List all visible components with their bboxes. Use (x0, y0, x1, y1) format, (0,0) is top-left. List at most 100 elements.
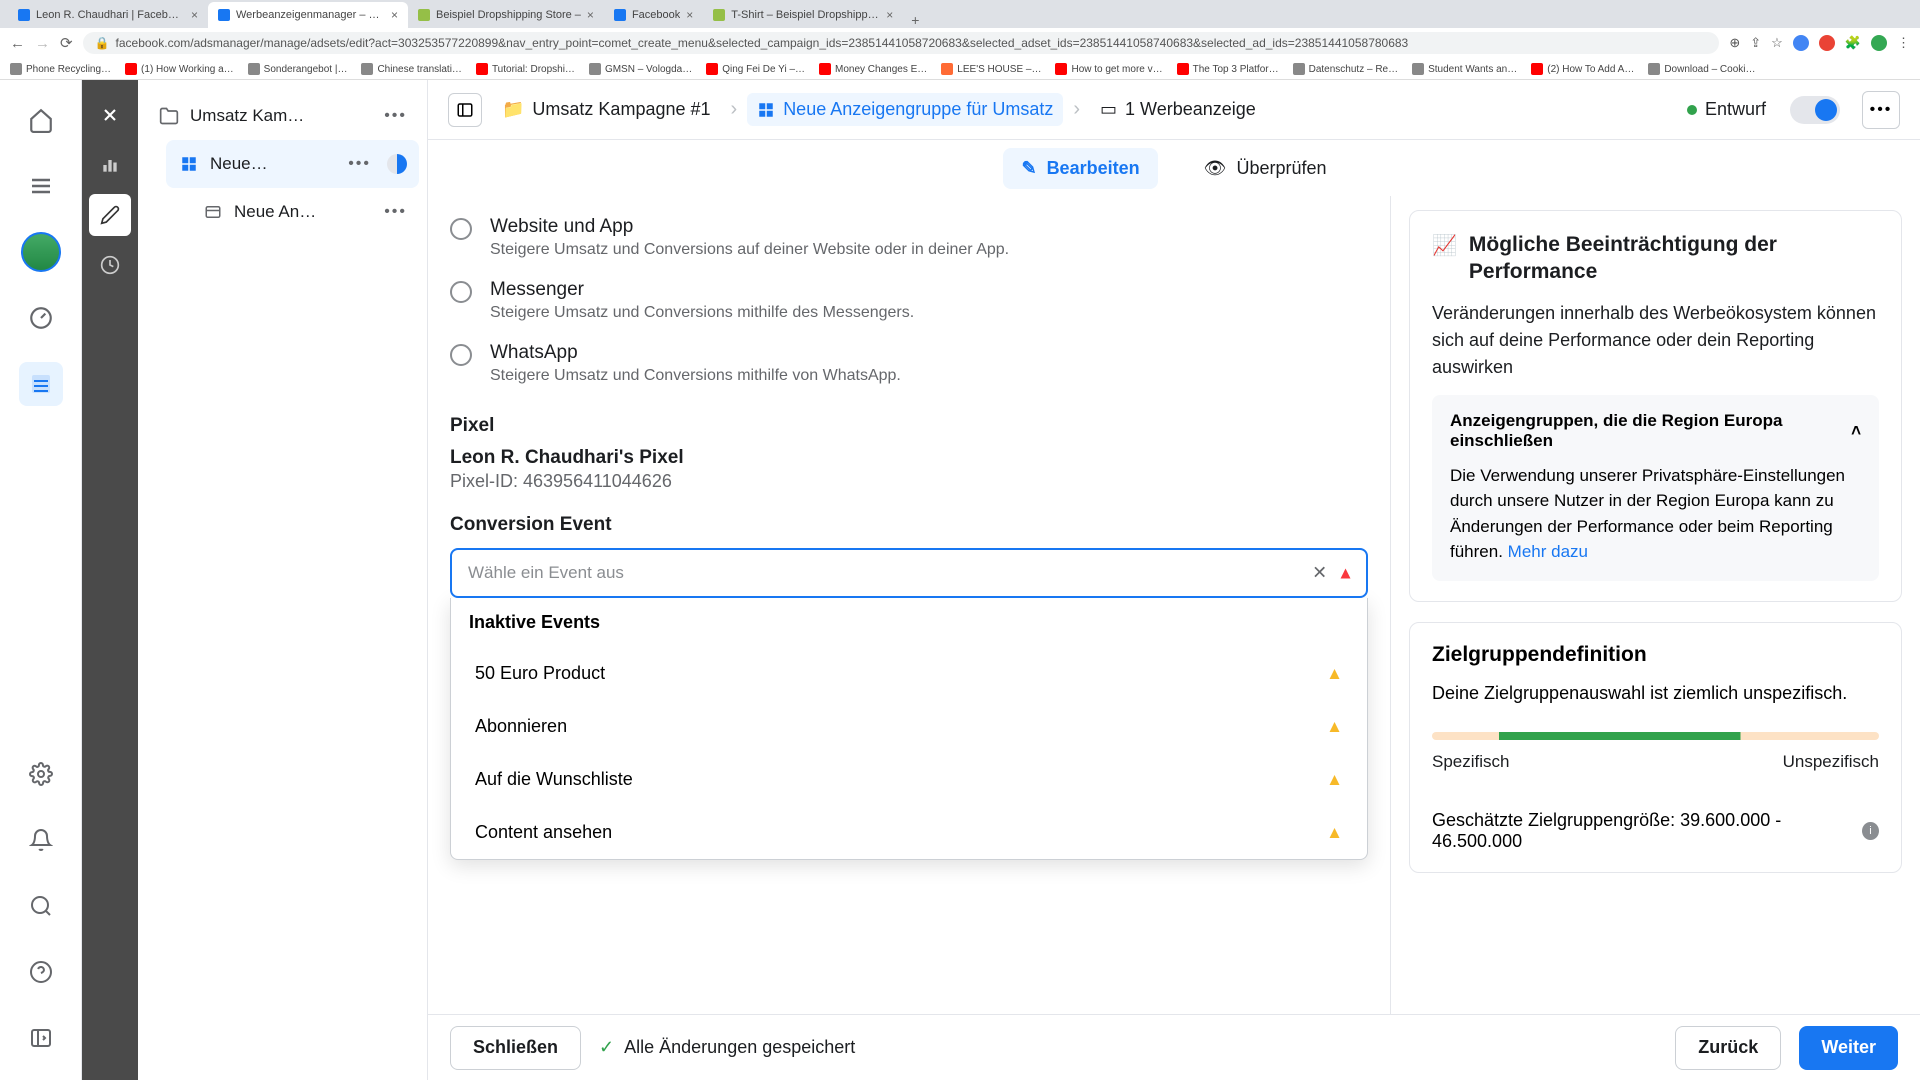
clock-icon[interactable] (89, 244, 131, 286)
lock-icon: 🔒 (95, 36, 110, 50)
folder-icon (158, 105, 180, 127)
section-pixel: Pixel (450, 415, 1368, 437)
bell-icon[interactable] (19, 818, 63, 862)
home-icon[interactable] (19, 98, 63, 142)
url-input[interactable]: 🔒facebook.com/adsmanager/manage/adsets/e… (83, 32, 1720, 54)
crumb-adset[interactable]: Neue Anzeigengruppe für Umsatz (747, 93, 1063, 126)
close-button[interactable]: Schließen (450, 1026, 581, 1070)
extension-icon[interactable] (1793, 35, 1809, 51)
event-option[interactable]: Abonnieren▲ (451, 700, 1367, 753)
ads-manager-icon[interactable] (19, 362, 63, 406)
star-icon[interactable]: ☆ (1771, 35, 1783, 51)
bookmark[interactable]: Tutorial: Dropshi… (476, 63, 575, 75)
tree-campaign[interactable]: Umsatz Kam… ••• (146, 92, 419, 140)
zoom-icon[interactable]: ⊕ (1729, 35, 1740, 51)
extension-icon[interactable] (1819, 35, 1835, 51)
right-panel: 📈 Mögliche Beeinträchtigung der Performa… (1390, 196, 1920, 1014)
bookmark[interactable]: Datenschutz – Re… (1293, 63, 1399, 75)
audience-gauge (1432, 732, 1879, 740)
bookmark[interactable]: The Top 3 Platfor… (1177, 63, 1279, 75)
event-option[interactable]: 50 Euro Product▲ (451, 647, 1367, 700)
pencil-icon: ✎ (1021, 158, 1036, 179)
radio-icon (450, 344, 472, 366)
extensions-icon[interactable]: 🧩 (1845, 35, 1861, 51)
speedometer-icon[interactable] (19, 296, 63, 340)
main-tabs: ✎Bearbeiten 👁Überprüfen (428, 140, 1920, 196)
chevron-up-icon[interactable]: ˄ (1851, 421, 1861, 441)
bookmark[interactable]: GMSN – Vologda… (589, 63, 692, 75)
more-icon[interactable]: ••• (384, 107, 407, 125)
close-icon[interactable]: × (686, 8, 693, 22)
new-tab-button[interactable]: + (903, 12, 927, 28)
pencil-icon[interactable] (89, 194, 131, 236)
radio-website-app[interactable]: Website und AppSteigere Umsatz und Conve… (450, 206, 1368, 269)
bookmark[interactable]: Sonderangebot |… (248, 63, 348, 75)
close-icon[interactable]: × (886, 8, 893, 22)
menu-icon[interactable] (19, 164, 63, 208)
chart-icon[interactable] (89, 144, 131, 186)
crumb-ad[interactable]: ▭1 Werbeanzeige (1090, 93, 1266, 126)
menu-icon[interactable]: ⋮ (1897, 35, 1910, 51)
browser-tab[interactable]: Beispiel Dropshipping Store –× (408, 2, 604, 28)
radio-whatsapp[interactable]: WhatsAppSteigere Umsatz und Conversions … (450, 332, 1368, 395)
bookmark[interactable]: Qing Fei De Yi –… (706, 63, 805, 75)
more-icon[interactable]: ••• (1862, 91, 1900, 129)
bookmark[interactable]: Money Changes E… (819, 63, 927, 75)
browser-tab[interactable]: Werbeanzeigenmanager – We…× (208, 2, 408, 28)
browser-tab[interactable]: Facebook× (604, 2, 703, 28)
panel-toggle-icon[interactable] (448, 93, 482, 127)
reload-icon[interactable]: ⟳ (60, 34, 73, 52)
tree-adset[interactable]: Neue… ••• (166, 140, 419, 188)
bookmark[interactable]: (2) How To Add A… (1531, 63, 1634, 75)
info-icon[interactable]: i (1862, 822, 1879, 840)
account-avatar[interactable] (19, 230, 63, 274)
tree-ad[interactable]: Neue An… ••• (190, 188, 419, 236)
close-icon[interactable]: × (391, 8, 398, 22)
crumb-campaign[interactable]: 📁Umsatz Kampagne #1 (492, 93, 721, 126)
learn-more-link[interactable]: Mehr dazu (1508, 542, 1588, 561)
bookmark[interactable]: (1) How Working a… (125, 63, 234, 75)
status-badge: Entwurf (1687, 99, 1766, 120)
browser-tab[interactable]: Leon R. Chaudhari | Facebook× (8, 2, 208, 28)
editor-nav (82, 80, 138, 1080)
share-icon[interactable]: ⇪ (1750, 35, 1761, 51)
close-icon[interactable] (89, 94, 131, 136)
status-dot-icon (1687, 105, 1697, 115)
help-icon[interactable] (19, 950, 63, 994)
browser-tab[interactable]: T-Shirt – Beispiel Dropshippin…× (703, 2, 903, 28)
clear-icon[interactable]: ✕ (1312, 563, 1327, 584)
address-bar: ← → ⟳ 🔒facebook.com/adsmanager/manage/ad… (0, 28, 1920, 58)
chevron-right-icon: › (1073, 98, 1080, 121)
forward-icon[interactable]: → (35, 35, 50, 52)
tab-review[interactable]: 👁Überprüfen (1186, 148, 1345, 189)
warning-icon: ▲ (1326, 664, 1343, 684)
search-icon[interactable] (19, 884, 63, 928)
campaign-toggle[interactable] (1790, 96, 1840, 124)
bookmark[interactable]: Chinese translati… (361, 63, 461, 75)
avatar-icon[interactable] (1871, 35, 1887, 51)
more-icon[interactable]: ••• (348, 155, 371, 173)
bookmark[interactable]: Download – Cooki… (1648, 63, 1755, 75)
radio-messenger[interactable]: MessengerSteigere Umsatz und Conversions… (450, 269, 1368, 332)
event-select-input[interactable] (450, 548, 1368, 598)
more-icon[interactable]: ••• (384, 203, 407, 221)
gear-icon[interactable] (19, 752, 63, 796)
bookmark[interactable]: Phone Recycling… (10, 63, 111, 75)
event-option[interactable]: Content ansehen▲ (451, 806, 1367, 859)
next-button[interactable]: Weiter (1799, 1026, 1898, 1070)
bookmark[interactable]: LEE'S HOUSE –… (941, 63, 1041, 75)
eu-subcard: Anzeigengruppen, die die Region Europa e… (1432, 395, 1879, 581)
bookmark[interactable]: How to get more v… (1055, 63, 1162, 75)
gauge-label-left: Spezifisch (1432, 752, 1509, 772)
collapse-icon[interactable] (19, 1016, 63, 1060)
close-icon[interactable]: × (587, 8, 594, 22)
subcard-text: Die Verwendung unserer Privatsphäre-Eins… (1450, 463, 1861, 565)
bookmark[interactable]: Student Wants an… (1412, 63, 1517, 75)
tab-edit[interactable]: ✎Bearbeiten (1003, 148, 1157, 189)
back-icon[interactable]: ← (10, 35, 25, 52)
event-option[interactable]: Auf die Wunschliste▲ (451, 753, 1367, 806)
chevron-right-icon: › (731, 98, 738, 121)
audience-card: Zielgruppendefinition Deine Zielgruppena… (1409, 622, 1902, 873)
close-icon[interactable]: × (191, 8, 198, 22)
back-button[interactable]: Zurück (1675, 1026, 1781, 1070)
